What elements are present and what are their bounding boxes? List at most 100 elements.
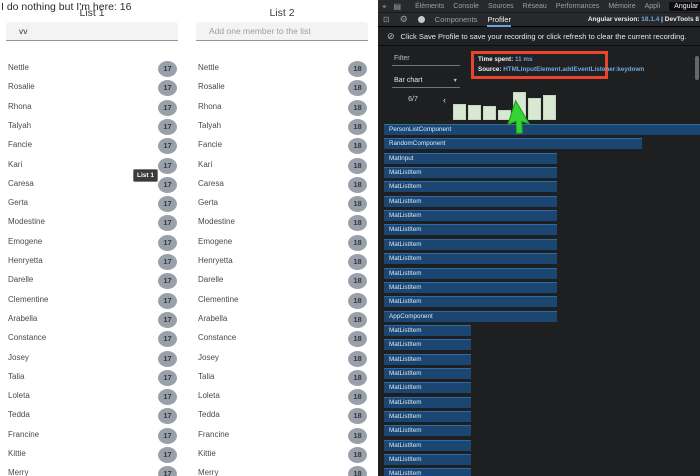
- devtools-tab-angular[interactable]: Angular: [669, 2, 700, 11]
- list-item[interactable]: Clementine18: [196, 292, 368, 311]
- list-item[interactable]: Caresa18: [196, 176, 368, 195]
- profiler-tree-bar[interactable]: MatListItem: [384, 397, 471, 408]
- list-item[interactable]: Rhona18: [196, 99, 368, 118]
- list-item[interactable]: Modestine18: [196, 214, 368, 233]
- list-item[interactable]: Gerta18: [196, 195, 368, 214]
- list-item[interactable]: Merry17: [6, 465, 178, 476]
- profiler-frame-bar[interactable]: [453, 104, 466, 120]
- list-item[interactable]: Talia17: [6, 369, 178, 388]
- profiler-tree-bar[interactable]: MatInput: [384, 153, 557, 164]
- list-item[interactable]: Kittie18: [196, 446, 368, 465]
- tab-profiler[interactable]: Profiler: [487, 13, 511, 27]
- profiler-tree-bar[interactable]: MatListItem: [384, 411, 471, 422]
- list-item[interactable]: Darelle18: [196, 272, 368, 291]
- list-item[interactable]: Merry18: [196, 465, 368, 476]
- profiler-tree-bar[interactable]: MatListItem: [384, 239, 557, 250]
- list-item[interactable]: Kittie17: [6, 446, 178, 465]
- profiler-tree-bar[interactable]: MatListItem: [384, 425, 471, 436]
- list-item[interactable]: Henryetta18: [196, 253, 368, 272]
- list-item[interactable]: Rosalie17: [6, 79, 178, 98]
- member-count-badge: 17: [158, 466, 177, 476]
- tab-components[interactable]: Components: [435, 13, 478, 27]
- list-item[interactable]: Tedda17: [6, 407, 178, 426]
- list-item[interactable]: Talyah18: [196, 118, 368, 137]
- profiler-tree-bar[interactable]: RandomComponent: [384, 138, 642, 149]
- time-spent-value: 11 ms: [515, 56, 533, 63]
- profiler-tree-bar[interactable]: MatListItem: [384, 253, 557, 264]
- list-item[interactable]: Nettle17: [6, 60, 178, 79]
- profiler-tree-bar[interactable]: MatListItem: [384, 181, 557, 192]
- profiler-tree-bar[interactable]: MatListItem: [384, 440, 471, 451]
- list-item[interactable]: Modestine17: [6, 214, 178, 233]
- profiler-tree-bar[interactable]: MatListItem: [384, 382, 471, 393]
- profiler-frame-bar[interactable]: [483, 106, 496, 120]
- devtools-tab-mémoire[interactable]: Mémoire: [608, 3, 635, 10]
- list-item[interactable]: Emogene17: [6, 234, 178, 253]
- profiler-tree-bar[interactable]: MatListItem: [384, 454, 471, 465]
- profiler-tree-bar[interactable]: MatListItem: [384, 339, 471, 350]
- list-item[interactable]: Constance17: [6, 330, 178, 349]
- devtools-tab-appli[interactable]: Appli: [645, 3, 661, 10]
- list-item[interactable]: Francine18: [196, 427, 368, 446]
- previous-frame-icon[interactable]: ‹: [443, 95, 446, 105]
- devtools-tab-éléments[interactable]: Éléments: [415, 3, 444, 10]
- profiler-frame-bar[interactable]: [468, 105, 481, 120]
- member-count-badge: 17: [158, 408, 177, 424]
- profiler-tree-bar[interactable]: MatListItem: [384, 468, 471, 476]
- profiler-tree-bar[interactable]: MatListItem: [384, 196, 557, 207]
- list-item[interactable]: Talia18: [196, 369, 368, 388]
- device-toolbar-icon[interactable]: ▤: [394, 2, 402, 11]
- devtools-tab-performances[interactable]: Performances: [556, 3, 600, 10]
- profiler-tree-bar[interactable]: MatListItem: [384, 354, 471, 365]
- list-item[interactable]: Kari18: [196, 157, 368, 176]
- profiler-tree-bar[interactable]: MatListItem: [384, 282, 557, 293]
- filter-input[interactable]: [392, 54, 460, 66]
- list-item[interactable]: Fancie18: [196, 137, 368, 156]
- profiler-tree-bar[interactable]: MatListItem: [384, 210, 557, 221]
- list-item[interactable]: Nettle18: [196, 60, 368, 79]
- list-item[interactable]: Josey18: [196, 350, 368, 369]
- list-2-input[interactable]: [196, 22, 368, 41]
- devtools-tab-sources[interactable]: Sources: [488, 3, 514, 10]
- list-item[interactable]: Fancie17: [6, 137, 178, 156]
- list-item[interactable]: Henryetta17: [6, 253, 178, 272]
- profiler-tree-bar[interactable]: MatListItem: [384, 224, 557, 235]
- member-name: Kari: [8, 160, 22, 169]
- list-1-input[interactable]: [6, 22, 178, 41]
- profiler-tree-bar[interactable]: AppComponent: [384, 311, 557, 322]
- vertical-scrollbar-thumb[interactable]: [695, 56, 699, 80]
- list-2-column: List 2 Nettle18Rosalie18Rhona18Talyah18F…: [196, 7, 368, 41]
- record-icon[interactable]: [418, 16, 425, 23]
- list-item[interactable]: Rhona17: [6, 99, 178, 118]
- list-item[interactable]: Josey17: [6, 350, 178, 369]
- list-item[interactable]: Gerta17: [6, 195, 178, 214]
- profiler-tree-bar[interactable]: MatListItem: [384, 268, 557, 279]
- devtools-tab-réseau[interactable]: Réseau: [523, 3, 547, 10]
- list-item[interactable]: Loleta17: [6, 388, 178, 407]
- profiler-tree-bar[interactable]: MatListItem: [384, 325, 471, 336]
- chart-type-select[interactable]: Bar chart ▼: [392, 76, 460, 88]
- list-item[interactable]: Constance18: [196, 330, 368, 349]
- list-item[interactable]: Loleta18: [196, 388, 368, 407]
- profiler-tree-bar[interactable]: PersonListComponent: [384, 124, 700, 135]
- list-item[interactable]: Clementine17: [6, 292, 178, 311]
- member-name: Francine: [198, 430, 229, 439]
- profiler-tree-bar[interactable]: MatListItem: [384, 296, 557, 307]
- list-item[interactable]: Emogene18: [196, 234, 368, 253]
- list-item[interactable]: Darelle17: [6, 272, 178, 291]
- list-item[interactable]: Arabella18: [196, 311, 368, 330]
- inspect-element-icon[interactable]: ⌖: [382, 2, 387, 11]
- list-item[interactable]: Arabella17: [6, 311, 178, 330]
- devtools-tab-console[interactable]: Console: [453, 3, 479, 10]
- list-item[interactable]: Tedda18: [196, 407, 368, 426]
- list-item[interactable]: Rosalie18: [196, 79, 368, 98]
- profiler-tree-bar[interactable]: MatListItem: [384, 167, 557, 178]
- member-count-badge: 18: [348, 466, 367, 476]
- gear-icon[interactable]: ⚙: [400, 14, 408, 25]
- list-item[interactable]: Talyah17: [6, 118, 178, 137]
- profiler-tree-bar[interactable]: MatListItem: [384, 368, 471, 379]
- list-item[interactable]: Francine17: [6, 427, 178, 446]
- picker-icon[interactable]: ⊡: [383, 15, 390, 24]
- list-1-column: List 1 Nettle17Rosalie17Rhona17Talyah17F…: [6, 7, 178, 41]
- profiler-frame-bar[interactable]: [543, 95, 556, 120]
